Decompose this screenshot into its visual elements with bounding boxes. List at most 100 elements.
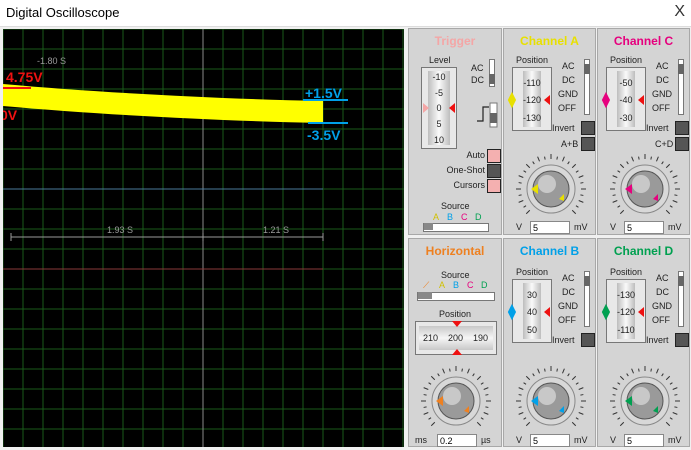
dial-tick (619, 375, 625, 381)
dial-tick (518, 394, 522, 396)
channel-a-updown-icon[interactable]: ▲ ▼ (505, 88, 519, 110)
channel-c-dc-label: DC (656, 75, 669, 85)
dial-tick (442, 368, 445, 374)
dial-tick (532, 373, 535, 377)
channel-c-pointer (638, 95, 644, 105)
channel-d-scale-value[interactable]: 5 (624, 434, 664, 447)
dial-tick (631, 156, 634, 162)
dial-tick (617, 170, 621, 173)
dial-tick (525, 375, 531, 381)
oscilloscope-screen[interactable]: -1.80 S 4.75V 0V +1.5V -3.5V 1.93 S 1.21… (3, 29, 404, 447)
trigger-title: Trigger (434, 34, 476, 48)
horizontal-scale-dial[interactable] (413, 361, 499, 438)
dial-tick (578, 387, 584, 390)
channel-c-updown-icon[interactable]: ▲ ▼ (599, 88, 613, 110)
channel-a-off-label: OFF (558, 103, 576, 113)
horizontal-position-gauge[interactable]: 210 200 190 (415, 321, 497, 355)
dial-tick (544, 156, 546, 160)
trigger-cursors-button[interactable] (487, 179, 501, 193)
channel-b-coupling-switch[interactable] (584, 271, 590, 327)
dial-tick (612, 175, 618, 178)
dial-tick (669, 170, 673, 173)
dial-tick (485, 406, 489, 408)
trigger-tick: 10 (433, 135, 444, 145)
dial-tick (674, 394, 678, 396)
trigger-panel: Trigger Level -10 -5 0 5 10 AC DC Auto O… (408, 28, 502, 235)
dial-tick (580, 394, 584, 396)
dial-tick (556, 156, 558, 160)
dial-tick (661, 373, 664, 377)
title-bar: Digital Oscilloscope X (0, 0, 691, 27)
dial-tick (612, 200, 618, 203)
trigger-one-shot-button[interactable] (487, 164, 501, 178)
channel-b-scale-dial[interactable] (508, 361, 594, 438)
channel-a-scale-value[interactable]: 5 (530, 221, 570, 234)
channel-b-invert-button[interactable] (581, 333, 595, 347)
channel-c-tick: -30 (619, 113, 633, 123)
channel-c-unit-right: mV (668, 222, 682, 232)
channel-b-invert-label: Invert (552, 335, 575, 345)
horizontal-scale-value[interactable]: 0.2 (437, 434, 477, 447)
horizontal-tick: 210 (423, 333, 439, 343)
trigger-edge-icon[interactable] (475, 99, 499, 131)
channel-a-ac-label: AC (562, 61, 575, 71)
dial-tick (578, 412, 584, 415)
channel-a-invert-button[interactable] (581, 121, 595, 135)
channel-d-scale-dial[interactable] (602, 361, 688, 438)
channel-b-scale-value[interactable]: 5 (530, 434, 570, 447)
horizontal-source-slider[interactable] (417, 292, 495, 301)
channel-a-panel: Channel A Position -110 -120 -130 ▲ ▼ AC … (503, 28, 596, 235)
channel-a-coupling-switch[interactable] (584, 59, 590, 115)
dial-tick (571, 209, 577, 215)
horizontal-source-d: D (481, 280, 488, 290)
dial-tick (449, 368, 451, 372)
horizontal-pointer-top (452, 321, 462, 327)
dial-tick (672, 387, 678, 390)
dial-tick (575, 170, 579, 173)
dial-tick (619, 163, 625, 169)
dial-tick (619, 421, 625, 427)
channel-d-updown-icon[interactable]: ▲ ▼ (599, 300, 613, 322)
channel-a-zero-label: 0V (3, 107, 18, 123)
channel-d-pointer (638, 307, 644, 317)
dial-tick (665, 163, 671, 169)
trigger-source-slider[interactable] (423, 223, 489, 232)
close-icon[interactable]: X (674, 3, 685, 21)
channel-c-scale-dial[interactable] (602, 149, 688, 226)
dial-tick (672, 412, 678, 415)
dial-tick (612, 387, 618, 390)
trigger-level-gauge[interactable]: -10 -5 0 5 10 (421, 67, 457, 149)
channel-d-panel: Channel D Position -130 -120 -110 ▲ ▼ AC … (597, 238, 690, 447)
channel-d-coupling-switch[interactable] (678, 271, 684, 327)
channel-a-dc-label: DC (562, 75, 575, 85)
horizontal-unit-left: ms (415, 435, 427, 445)
horizontal-unit-right: µs (481, 435, 491, 445)
channel-b-unit-right: mV (574, 435, 588, 445)
dial-tick (467, 368, 470, 374)
channel-b-title: Channel B (519, 244, 580, 258)
dial-tick (525, 421, 531, 427)
trigger-source-b: B (447, 212, 454, 222)
channel-c-invert-button[interactable] (675, 121, 689, 135)
trigger-coupling-switch[interactable] (489, 59, 495, 87)
dial-tick (537, 368, 540, 374)
trigger-auto-button[interactable] (487, 149, 501, 163)
dial-tick (480, 417, 484, 420)
dial-tick (525, 209, 531, 215)
dial-tick (612, 182, 616, 184)
channel-c-combine-label: C+D (655, 139, 674, 149)
channel-b-tick: 50 (526, 325, 537, 335)
channel-c-scale-value[interactable]: 5 (624, 221, 664, 234)
channel-b-updown-icon[interactable]: ▲ ▼ (505, 300, 519, 322)
channel-c-coupling-switch[interactable] (678, 59, 684, 115)
channel-b-position-label: Position (516, 267, 549, 277)
measurement-right-label: 1.21 S (263, 225, 289, 235)
dial-tick (518, 412, 524, 415)
channel-a-scale-dial[interactable] (508, 149, 594, 226)
channel-a-unit-left: V (516, 222, 523, 232)
dial-tick (612, 394, 616, 396)
dial-tick (619, 209, 625, 215)
channel-d-invert-button[interactable] (675, 333, 689, 347)
dial-tick (661, 161, 664, 165)
dial-tick (537, 156, 540, 162)
